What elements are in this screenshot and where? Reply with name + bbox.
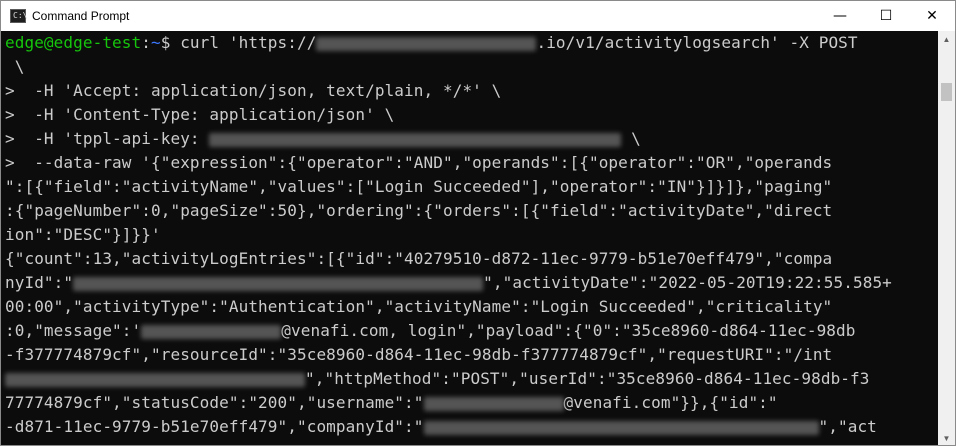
prompt-user-host: edge@edge-test: [5, 33, 142, 52]
vertical-scrollbar[interactable]: ▲ ▼: [938, 31, 955, 445]
console-app-icon-glyph: C:\: [13, 11, 28, 20]
window-controls: — ☐ ✕: [817, 1, 955, 31]
console-text: -d871-11ec-9779-b51e70eff479","companyId…: [5, 417, 424, 436]
console-line-13: :0,"message":' @venafi.com, login","paylo…: [1, 319, 938, 343]
console-text: \: [621, 129, 641, 148]
console-text: > -H 'tppl-api-key:: [5, 129, 210, 148]
scrollbar-thumb[interactable]: [941, 83, 952, 101]
redacted-username: [423, 396, 564, 411]
console-line-2: \: [5, 57, 25, 76]
console-line-14: -f377774879cf","resourceId":"35ce8960-d8…: [5, 345, 833, 364]
console-text: @venafi.com"}},{"id":": [563, 393, 778, 412]
redacted-company-id-2: [423, 420, 819, 435]
console-text: nyId":": [5, 273, 74, 292]
console-text: @venafi.com, login","payload":{"0":"35ce…: [281, 321, 856, 340]
console-text: ","activityDate":"2022-05-20T19:22:55.58…: [483, 273, 892, 292]
title-bar[interactable]: C:\ Command Prompt — ☐ ✕: [1, 1, 955, 31]
console-line-6: > --data-raw '{"expression":{"operator":…: [5, 153, 833, 172]
console-line-11: nyId":" ","activityDate":"2022-05-20T19:2…: [1, 271, 938, 295]
redacted-company-id: [73, 276, 484, 291]
scroll-down-icon[interactable]: ▼: [938, 430, 955, 445]
redacted-hostname: [316, 36, 537, 51]
console-line-15: ","httpMethod":"POST","userId":"35ce8960…: [1, 367, 938, 391]
window-title: Command Prompt: [32, 9, 130, 23]
console-text: ","httpMethod":"POST","userId":"35ce8960…: [305, 369, 870, 388]
console-line-3: > -H 'Accept: application/json, text/pla…: [5, 81, 502, 100]
console-line-7: ":[{"field":"activityName","values":["Lo…: [5, 177, 833, 196]
maximize-icon[interactable]: ☐: [863, 1, 909, 31]
command-prompt-window: C:\ Command Prompt — ☐ ✕ edge@edge-test:…: [0, 0, 956, 446]
minimize-icon[interactable]: —: [817, 1, 863, 31]
console-line-16: 77774879cf","statusCode":"200","username…: [1, 391, 938, 415]
console-text: .io/v1/activitylogsearch' -X POST: [536, 33, 858, 52]
console-app-icon: C:\: [10, 9, 28, 23]
redacted-request-uri: [5, 372, 305, 387]
prompt-path: ~: [151, 33, 161, 52]
prompt-separator: :: [141, 33, 151, 52]
prompt-symbol: $: [160, 33, 171, 52]
console-line-10: {"count":13,"activityLogEntries":[{"id":…: [5, 249, 833, 268]
redacted-email: [141, 324, 282, 339]
console-line-1: edge@edge-test:~$ curl 'https:// .io/v1/a…: [1, 31, 938, 55]
console-line-9: ion":"DESC"}]}}': [5, 225, 161, 244]
console-line-17: -d871-11ec-9779-b51e70eff479","companyId…: [1, 415, 938, 439]
console-line-8: :{"pageNumber":0,"pageSize":50},"orderin…: [5, 201, 833, 220]
console-text: :0,"message":': [5, 321, 142, 340]
console-text: 77774879cf","statusCode":"200","username…: [5, 393, 424, 412]
scroll-up-icon[interactable]: ▲: [938, 31, 955, 48]
console-line-4: > -H 'Content-Type: application/json' \: [5, 105, 395, 124]
console-line-5: > -H 'tppl-api-key: \: [1, 127, 938, 151]
console-text: curl 'https://: [170, 33, 317, 52]
redacted-api-key: [209, 132, 622, 147]
console-line-12: 00:00","activityType":"Authentication","…: [5, 297, 833, 316]
console-text: ","act: [818, 417, 877, 436]
console-output[interactable]: edge@edge-test:~$ curl 'https:// .io/v1/a…: [1, 31, 938, 445]
close-icon[interactable]: ✕: [909, 1, 955, 31]
